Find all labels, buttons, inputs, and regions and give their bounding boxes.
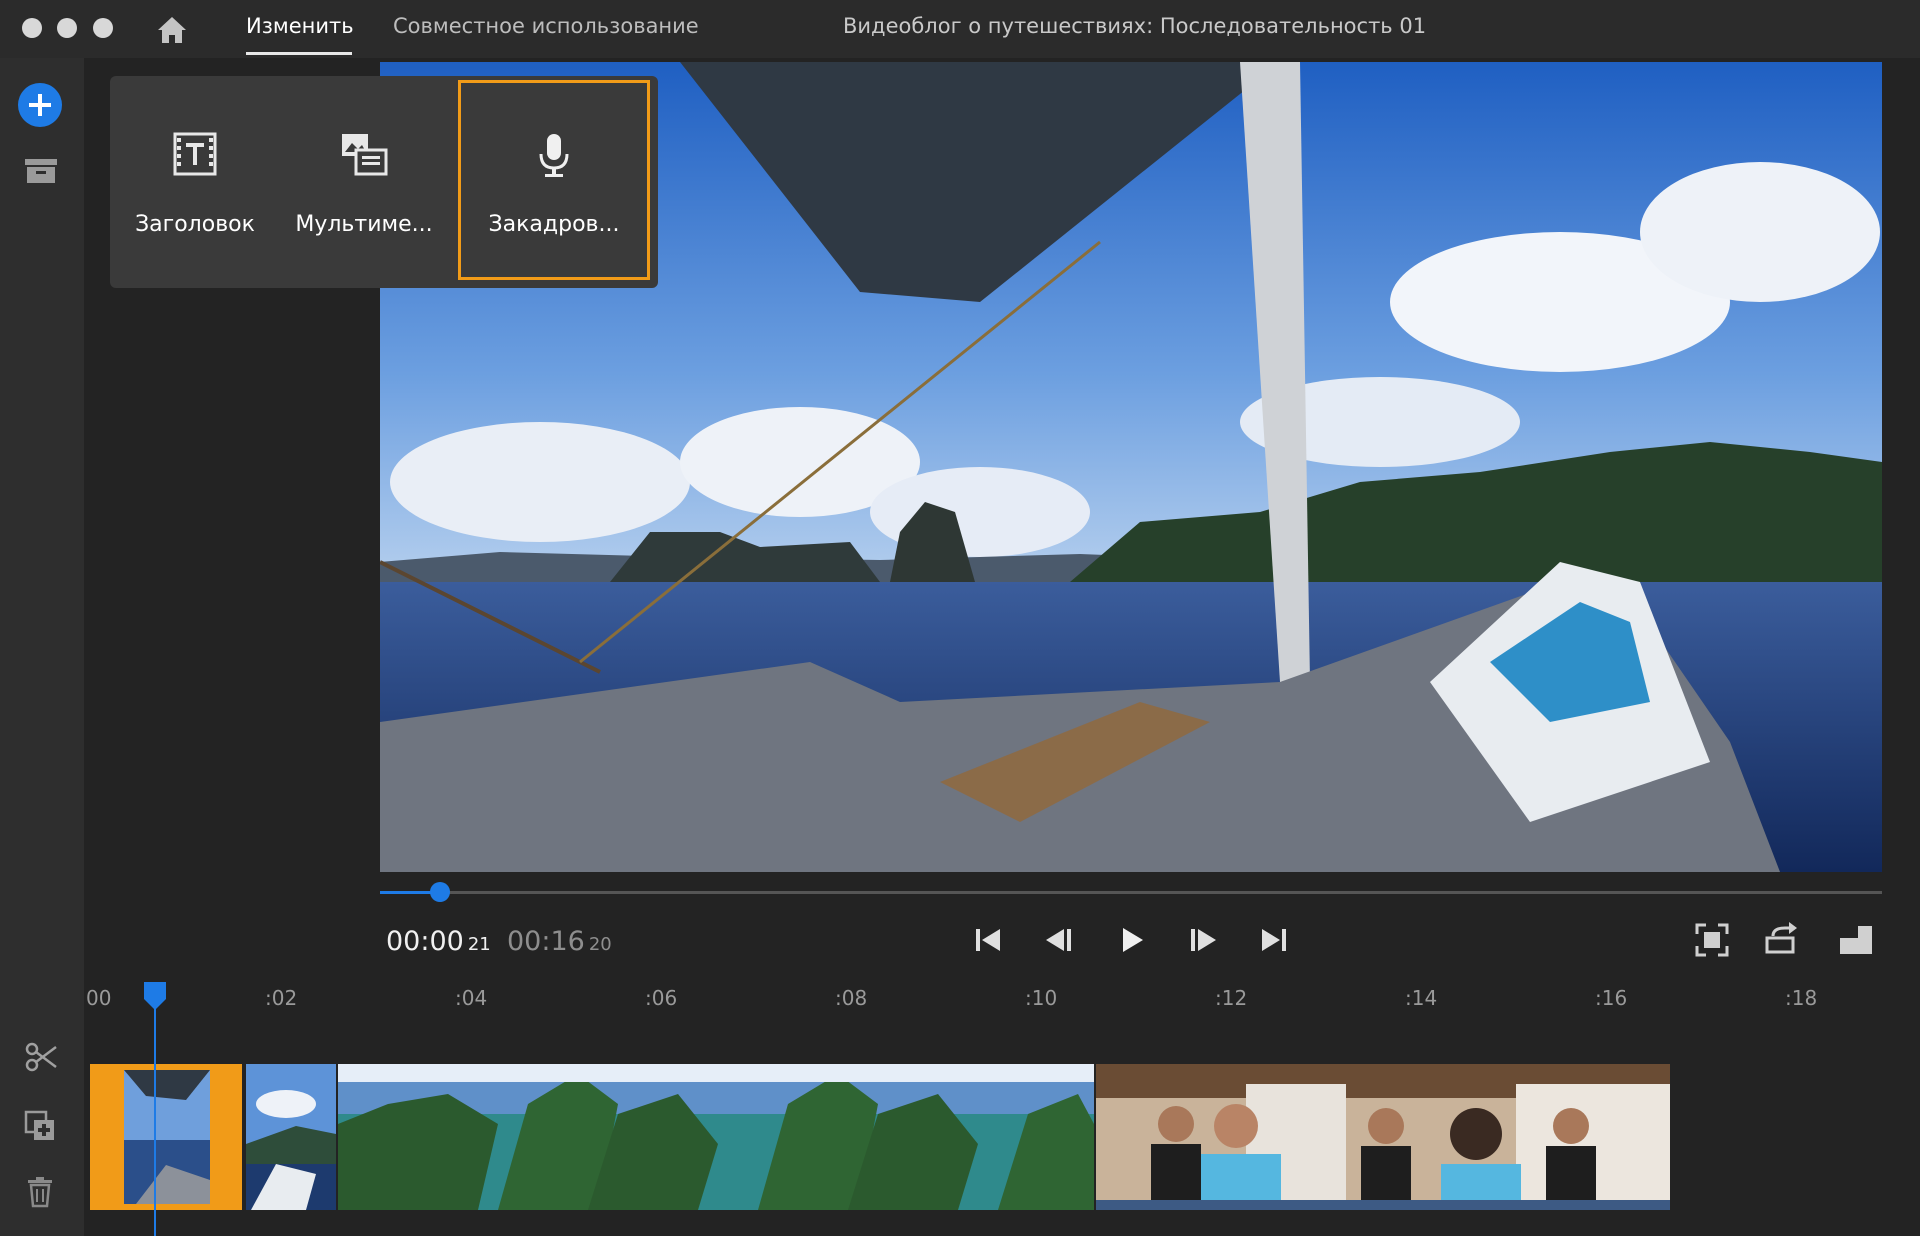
window-minimize-button[interactable] (57, 18, 77, 38)
timeline-clip-islands[interactable] (338, 1064, 1094, 1210)
clip-thumbnail (246, 1064, 336, 1210)
timeline-ruler[interactable]: 00 :02 :04 :06 :08 :10 :12 :14 :16 :18 (84, 980, 1920, 1030)
project-title: Видеоблог о путешествиях: Последовательн… (843, 14, 1427, 38)
step-back-icon[interactable] (1040, 920, 1080, 960)
home-icon[interactable] (154, 12, 190, 48)
trash-icon[interactable] (26, 1176, 54, 1208)
aspect-ratio-icon[interactable] (1836, 920, 1876, 960)
add-button[interactable] (18, 83, 62, 127)
video-track (90, 1064, 1670, 1210)
archive-icon[interactable] (24, 157, 58, 185)
ruler-label: :14 (1405, 986, 1438, 1010)
fit-frame-icon[interactable] (1692, 920, 1732, 960)
ruler-label: :10 (1025, 986, 1058, 1010)
ruler-label: 00 (86, 986, 112, 1010)
skip-to-end-icon[interactable] (1254, 920, 1294, 960)
total-frames: 20 (588, 934, 612, 955)
step-forward-icon[interactable] (1182, 920, 1222, 960)
tab-share[interactable]: Совместное использование (393, 14, 699, 38)
window-zoom-button[interactable] (93, 18, 113, 38)
timeline-clip-boat-selected[interactable] (90, 1064, 242, 1210)
playhead-line[interactable] (154, 1005, 156, 1236)
total-time: 00:16 (507, 926, 585, 957)
timeline-clip-boat[interactable] (246, 1064, 336, 1210)
ruler-label: :16 (1595, 986, 1628, 1010)
media-icon (342, 134, 388, 176)
menu-option-voiceover[interactable]: Закадров... (458, 80, 650, 280)
window-close-button[interactable] (22, 18, 42, 38)
microphone-icon (539, 134, 569, 177)
total-timecode: 00:16 20 (507, 926, 612, 957)
ruler-label: :04 (455, 986, 488, 1010)
scrubber-handle[interactable] (430, 882, 451, 902)
timeline-clip-selfie[interactable] (1096, 1064, 1670, 1210)
play-icon[interactable] (1112, 920, 1152, 960)
rotate-icon[interactable] (1763, 920, 1803, 960)
add-icon (29, 94, 51, 116)
current-timecode: 00:00 21 (386, 926, 491, 957)
menu-option-media[interactable]: Мультиме... (280, 76, 448, 288)
current-frames: 21 (467, 934, 491, 955)
ruler-label: :02 (265, 986, 298, 1010)
tab-edit[interactable]: Изменить (246, 14, 354, 38)
menu-option-title-label: Заголовок (135, 212, 255, 237)
ruler-label: :06 (645, 986, 678, 1010)
add-media-menu: Заголовок Мультиме... Закадров... (110, 76, 658, 288)
menu-option-title[interactable]: Заголовок (110, 76, 280, 288)
menu-option-media-label: Мультиме... (295, 212, 433, 237)
ruler-label: :12 (1215, 986, 1248, 1010)
title-icon (173, 132, 217, 176)
skip-to-start-icon[interactable] (968, 920, 1008, 960)
scissors-icon[interactable] (24, 1040, 58, 1074)
ruler-label: :18 (1785, 986, 1818, 1010)
menu-option-voiceover-label: Закадров... (488, 212, 620, 237)
preview-scrubber[interactable] (380, 882, 1882, 902)
ruler-label: :08 (835, 986, 868, 1010)
clip-thumbnail (338, 1064, 1094, 1210)
duplicate-icon[interactable] (24, 1110, 58, 1142)
current-time: 00:00 (386, 926, 464, 957)
clip-thumbnail (1096, 1064, 1670, 1210)
clip-thumbnail (124, 1070, 210, 1204)
active-tab-indicator (246, 52, 352, 55)
title-bar: Изменить Совместное использование Видеоб… (0, 0, 1920, 58)
